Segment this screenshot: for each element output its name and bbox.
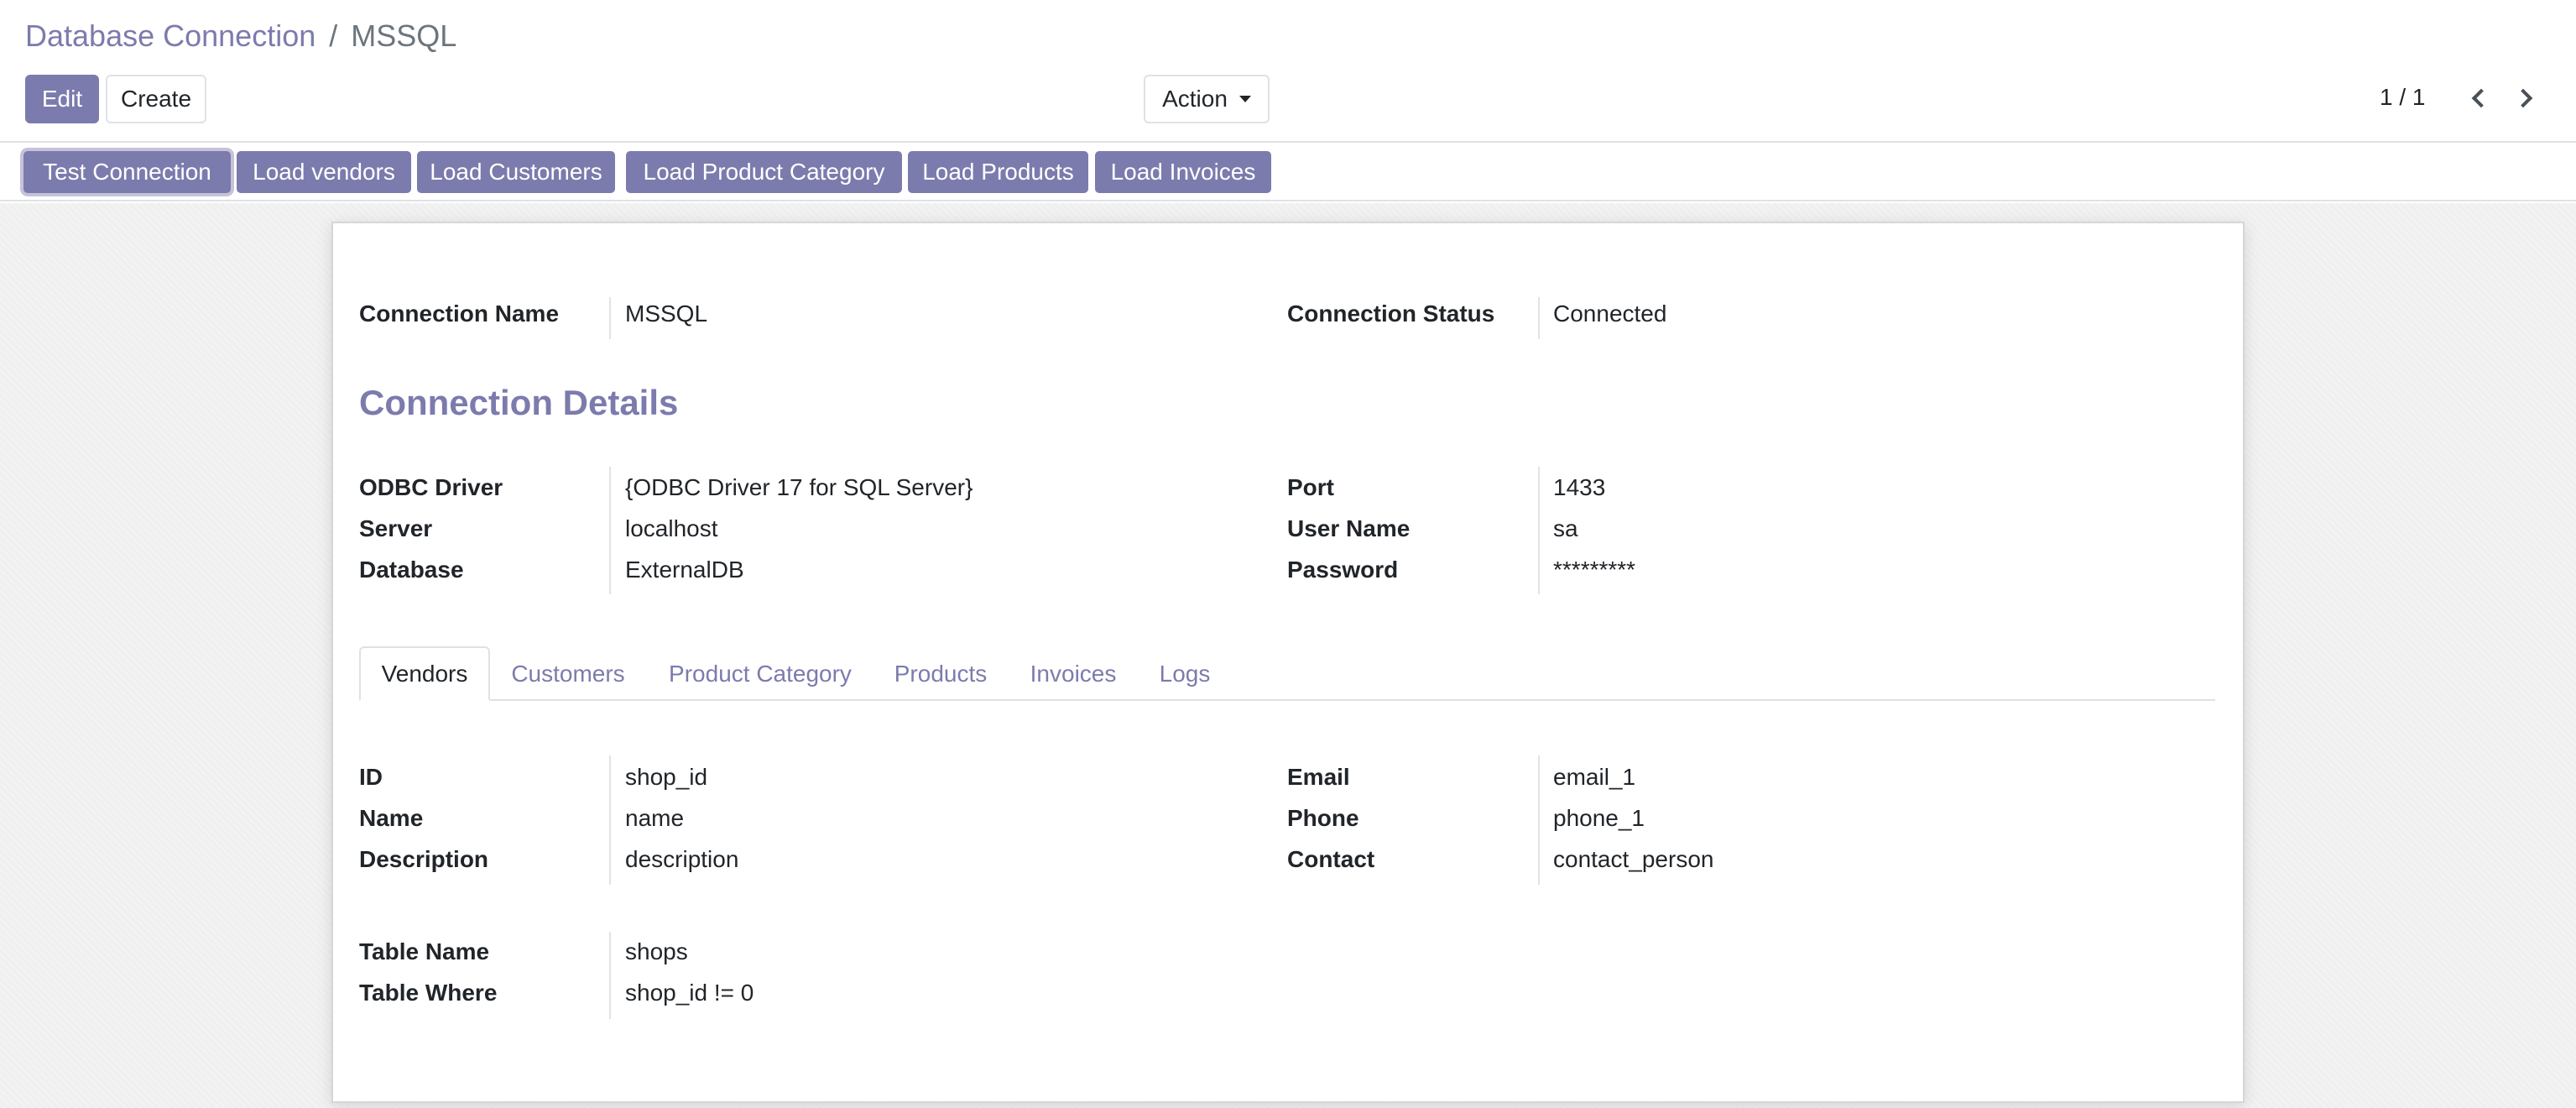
tab-invoices[interactable]: Invoices xyxy=(1020,646,1126,701)
chevron-right-icon xyxy=(2513,88,2533,108)
connection-details-title: Connection Details xyxy=(359,383,679,422)
port-value: 1433 xyxy=(1553,474,1606,500)
create-button[interactable]: Create xyxy=(106,75,206,123)
table-where-label: Table Where xyxy=(359,980,498,1006)
load-product-category-button[interactable]: Load Product Category xyxy=(626,151,902,193)
control-panel: Database Connection / MSSQL Edit Create … xyxy=(0,0,2576,143)
password-value: ********* xyxy=(1553,557,1636,583)
vendor-description-value: description xyxy=(625,846,739,872)
tab-products[interactable]: Products xyxy=(884,646,997,701)
caret-down-icon xyxy=(1238,96,1251,102)
field-separator xyxy=(609,297,611,339)
test-connection-button[interactable]: Test Connection xyxy=(23,151,231,193)
vendor-contact-label: Contact xyxy=(1287,846,1375,872)
vendor-email-label: Email xyxy=(1287,764,1350,790)
breadcrumb-parent-link[interactable]: Database Connection xyxy=(25,18,315,54)
breadcrumb-separator: / xyxy=(329,18,338,53)
pager-next-button[interactable] xyxy=(2509,77,2542,119)
tab-customers[interactable]: Customers xyxy=(502,646,634,701)
vendor-name-label: Name xyxy=(359,805,424,831)
vendor-phone-label: Phone xyxy=(1287,805,1359,831)
edit-button[interactable]: Edit xyxy=(25,75,99,123)
connection-name-value: MSSQL xyxy=(625,301,708,327)
user-name-value: sa xyxy=(1553,515,1578,541)
server-label: Server xyxy=(359,515,433,541)
breadcrumb: Database Connection / MSSQL xyxy=(25,18,456,54)
database-label: Database xyxy=(359,557,464,583)
server-value: localhost xyxy=(625,515,718,541)
tabs-underline xyxy=(359,699,2215,701)
tab-product-category[interactable]: Product Category xyxy=(656,646,864,701)
odbc-driver-label: ODBC Driver xyxy=(359,474,503,500)
table-name-value: shops xyxy=(625,938,688,964)
tab-logs[interactable]: Logs xyxy=(1150,646,1220,701)
field-separator xyxy=(609,467,611,594)
odbc-driver-value: {ODBC Driver 17 for SQL Server} xyxy=(625,474,973,500)
statusbar: Test Connection Load vendors Load Custom… xyxy=(0,144,2576,201)
vendor-id-label: ID xyxy=(359,764,383,790)
user-name-label: User Name xyxy=(1287,515,1411,541)
table-where-value: shop_id != 0 xyxy=(625,980,754,1006)
field-separator xyxy=(609,932,611,1019)
database-value: ExternalDB xyxy=(625,557,744,583)
field-separator xyxy=(1538,467,1540,594)
field-separator xyxy=(609,755,611,885)
action-label: Action xyxy=(1162,86,1228,112)
breadcrumb-current: MSSQL xyxy=(351,18,457,53)
pager-value[interactable]: 1 / 1 xyxy=(2380,84,2425,111)
vendor-phone-value: phone_1 xyxy=(1553,805,1645,831)
vendor-contact-value: contact_person xyxy=(1553,846,1714,872)
port-label: Port xyxy=(1287,474,1334,500)
tab-vendors[interactable]: Vendors xyxy=(359,646,490,701)
load-products-button[interactable]: Load Products xyxy=(908,151,1088,193)
vendor-name-value: name xyxy=(625,805,685,831)
connection-name-label: Connection Name xyxy=(359,301,560,327)
connection-status-value: Connected xyxy=(1553,301,1667,327)
vendor-id-value: shop_id xyxy=(625,764,708,790)
load-customers-button[interactable]: Load Customers xyxy=(417,151,615,193)
action-dropdown-button[interactable]: Action xyxy=(1144,75,1270,123)
table-name-label: Table Name xyxy=(359,938,490,964)
vendor-description-label: Description xyxy=(359,846,489,872)
load-vendors-button[interactable]: Load vendors xyxy=(237,151,411,193)
password-label: Password xyxy=(1287,557,1399,583)
field-separator xyxy=(1538,297,1540,339)
pager-previous-button[interactable] xyxy=(2462,77,2495,119)
field-separator xyxy=(1538,755,1540,885)
connection-status-label: Connection Status xyxy=(1287,301,1495,327)
load-invoices-button[interactable]: Load Invoices xyxy=(1095,151,1271,193)
chevron-left-icon xyxy=(2471,88,2491,108)
vendor-email-value: email_1 xyxy=(1553,764,1636,790)
